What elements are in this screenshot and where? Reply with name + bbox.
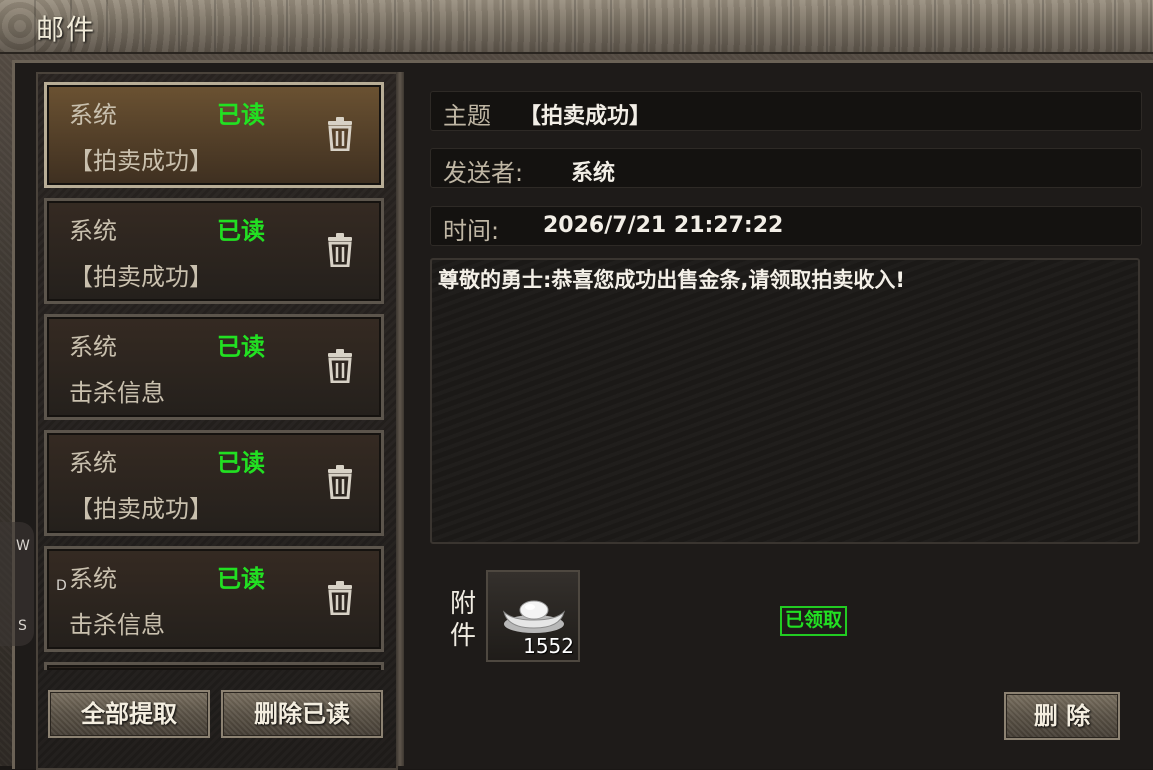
mail-subject: 【拍卖成功】 — [69, 263, 213, 291]
time-field: 时间: 2026/7/21 21:27:22 — [430, 206, 1142, 246]
mail-item[interactable]: 系统 已读 【拍卖成功】 — [44, 430, 384, 536]
side-key-d: D — [56, 578, 67, 594]
subject-value: 【拍卖成功】 — [519, 104, 652, 129]
trash-icon[interactable] — [327, 581, 353, 615]
sender-value: 系统 — [571, 161, 616, 186]
attachment-label: 附件 — [450, 589, 477, 651]
mail-item[interactable]: 系统 已读 击杀信息 — [44, 546, 384, 652]
attachment-count: 1552 — [523, 634, 574, 658]
trash-icon[interactable] — [327, 349, 353, 383]
mail-item-partial — [44, 662, 384, 670]
time-value: 2026/7/21 21:27:22 — [543, 213, 784, 238]
attachment-slot[interactable]: 1552 — [486, 570, 580, 662]
side-key-s: S — [18, 618, 27, 634]
mail-read-status: 已读 — [217, 101, 265, 129]
delete-button[interactable]: 删 除 — [1004, 692, 1120, 740]
trash-icon[interactable] — [327, 233, 353, 267]
mail-subject: 【拍卖成功】 — [69, 147, 213, 175]
claimed-badge: 已领取 — [780, 606, 848, 636]
mail-read-status: 已读 — [217, 565, 265, 593]
subject-label: 主题 — [443, 102, 491, 130]
mail-sender: 系统 — [69, 449, 117, 477]
mail-subject: 击杀信息 — [69, 379, 165, 407]
subject-field: 主题 【拍卖成功】 — [430, 91, 1142, 131]
side-key-overlay: W D S — [0, 522, 67, 646]
mail-sender: 系统 — [69, 565, 117, 593]
sender-field: 发送者: 系统 — [430, 148, 1142, 188]
mail-body-text: 尊敬的勇士:恭喜您成功出售金条,请领取拍卖收入! — [438, 268, 905, 292]
delete-read-button[interactable]: 删除已读 — [221, 690, 383, 738]
mail-read-status: 已读 — [217, 333, 265, 361]
panel-divider — [396, 72, 404, 766]
silver-ingot-icon — [503, 600, 565, 633]
mail-sender: 系统 — [69, 217, 117, 245]
trash-icon[interactable] — [327, 117, 353, 151]
mail-sender: 系统 — [69, 101, 117, 129]
mail-subject: 击杀信息 — [69, 611, 165, 639]
sender-label: 发送者: — [443, 159, 524, 187]
time-label: 时间: — [443, 217, 500, 245]
mail-subject: 【拍卖成功】 — [69, 495, 213, 523]
mail-read-status: 已读 — [217, 449, 265, 477]
mail-item[interactable]: 系统 已读 【拍卖成功】 — [44, 198, 384, 304]
side-key-w: W — [16, 538, 30, 554]
mail-item[interactable]: 系统 已读 击杀信息 — [44, 314, 384, 420]
trash-icon[interactable] — [327, 465, 353, 499]
window-title: 邮件 — [36, 13, 97, 46]
title-bar: 邮件 — [0, 0, 1153, 54]
mail-body: 尊敬的勇士:恭喜您成功出售金条,请领取拍卖收入! — [430, 258, 1140, 544]
mail-sender: 系统 — [69, 333, 117, 361]
mail-read-status: 已读 — [217, 217, 265, 245]
claim-all-button[interactable]: 全部提取 — [48, 690, 210, 738]
mail-window: 邮件 系统 已读 【拍卖成功】 系统 已读 【拍卖成功】 系统 已读 击杀信息 — [0, 0, 1153, 770]
mail-item[interactable]: 系统 已读 【拍卖成功】 — [44, 82, 384, 188]
